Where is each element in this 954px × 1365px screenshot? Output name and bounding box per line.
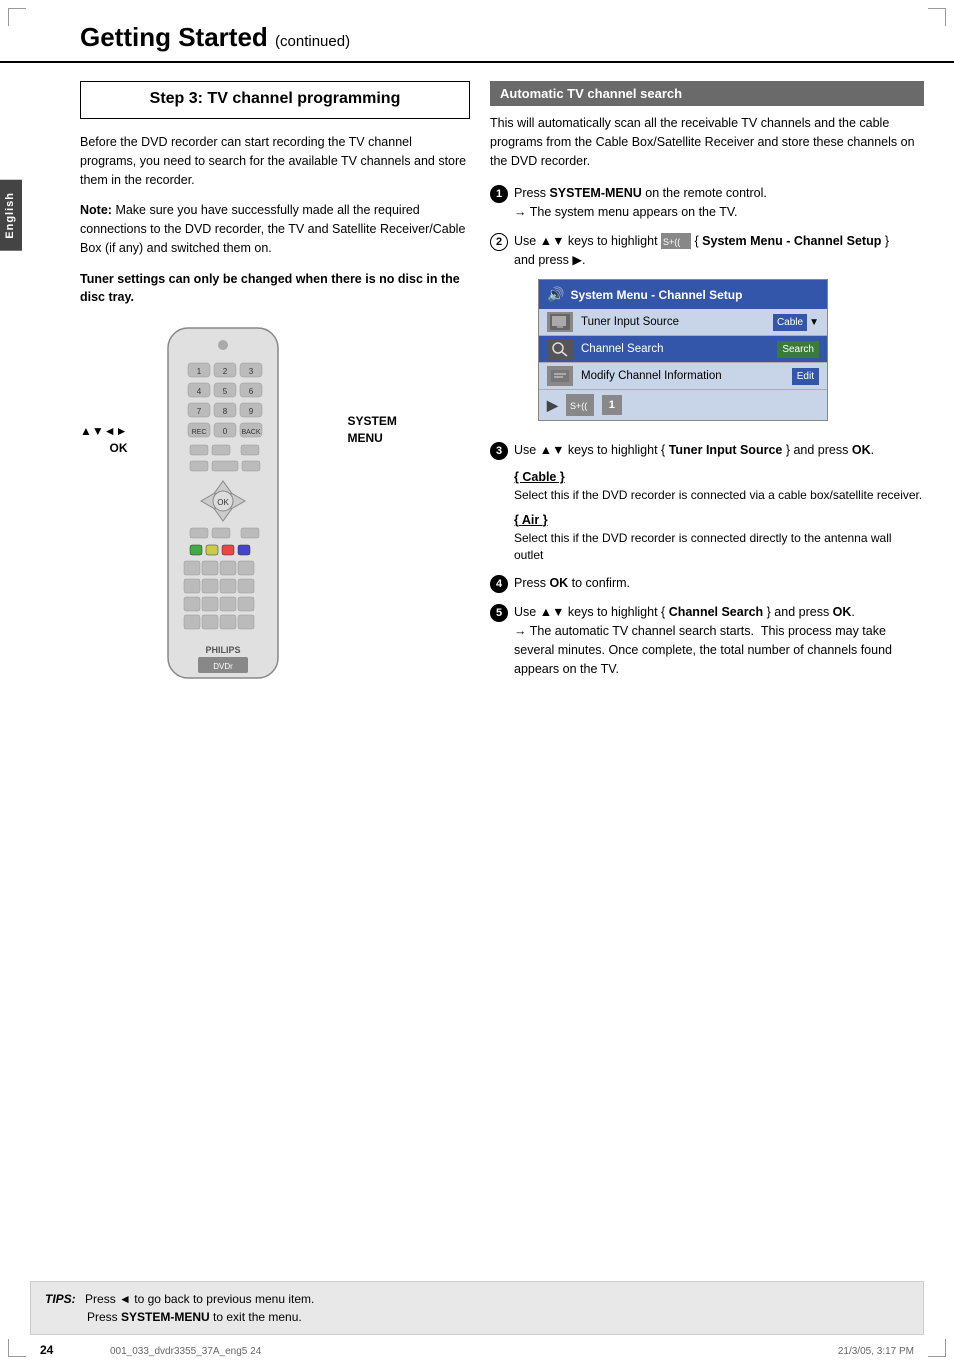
- svg-text:DVDr: DVDr: [213, 662, 233, 671]
- svg-text:BACK: BACK: [241, 429, 260, 436]
- svg-text:6: 6: [248, 387, 253, 396]
- step-2: 2 Use ▲▼ keys to highlight S+(( { System…: [490, 232, 924, 432]
- tips-bar: TIPS: Press ◄ to go back to previous men…: [30, 1281, 924, 1335]
- auto-search-header: Automatic TV channel search: [490, 81, 924, 106]
- right-column: Automatic TV channel search This will au…: [490, 71, 924, 706]
- cable-option-desc: Select this if the DVD recorder is conne…: [514, 487, 924, 504]
- note-paragraph: Note: Make sure you have successfully ma…: [80, 201, 470, 257]
- svg-text:4: 4: [196, 387, 201, 396]
- svg-text:S+((: S+((: [570, 401, 587, 411]
- row-icon-search: [547, 339, 573, 359]
- step-5-content: Use ▲▼ keys to highlight { Channel Searc…: [514, 603, 924, 678]
- edit-btn: Edit: [792, 368, 819, 385]
- corner-mark-tl: [8, 8, 26, 26]
- remote-control-image: 1 2 3 4 5 6 7 8 9: [138, 323, 338, 706]
- row-label-modify: Modify Channel Information: [581, 368, 784, 385]
- channel-setup-screen: 🔊 System Menu - Channel Setup: [538, 279, 828, 421]
- tips-label: TIPS:: [45, 1292, 76, 1306]
- step-5: 5 Use ▲▼ keys to highlight { Channel Sea…: [490, 603, 924, 678]
- footer-file: 001_033_dvdr3355_37A_eng5 24: [110, 1346, 261, 1357]
- left-column: Step 3: TV channel programming Before th…: [80, 71, 470, 706]
- main-content: Step 3: TV channel programming Before th…: [0, 71, 954, 706]
- step-3: 3 Use ▲▼ keys to highlight { Tuner Input…: [490, 441, 924, 460]
- row-icon-modify: [547, 366, 573, 386]
- tips-line1: Press ◄ to go back to previous menu item…: [85, 1292, 314, 1306]
- step-num-3: 3: [490, 442, 508, 460]
- screen-row-modify: Modify Channel Information Edit: [539, 363, 827, 389]
- search-btn: Search: [777, 341, 819, 358]
- step-num-1: 1: [490, 185, 508, 203]
- svg-text:2: 2: [222, 367, 227, 376]
- svg-text:8: 8: [222, 407, 227, 416]
- remote-left-labels: ▲▼◄►OK: [80, 323, 128, 457]
- step-num-2: 2: [490, 233, 508, 251]
- step-num-4: 4: [490, 575, 508, 593]
- page-number: 24: [40, 1343, 53, 1357]
- step-4-content: Press OK to confirm.: [514, 574, 924, 593]
- arrows-ok-label: ▲▼◄►OK: [80, 423, 128, 457]
- corner-mark-br: [928, 1339, 946, 1357]
- step-2-content: Use ▲▼ keys to highlight S+(( { System M…: [514, 232, 924, 432]
- language-tab: English: [0, 180, 22, 251]
- row-label-channel-search: Channel Search: [581, 341, 769, 358]
- svg-text:3: 3: [248, 367, 253, 376]
- system-menu-label: SYSTEMMENU: [348, 323, 397, 447]
- tuner-value-btn: Cable: [773, 314, 807, 331]
- dropdown-arrow: ▼: [809, 315, 819, 330]
- step-3-content: Use ▲▼ keys to highlight { Tuner Input S…: [514, 441, 924, 460]
- steps-list: 1 Press SYSTEM-MENU on the remote contro…: [490, 184, 924, 678]
- air-option-desc: Select this if the DVD recorder is conne…: [514, 530, 924, 565]
- cable-option-title: { Cable }: [514, 470, 924, 484]
- remote-illustration-area: ▲▼◄►OK 1 2 3: [80, 323, 470, 706]
- step-heading-text: Step 3: TV channel programming: [91, 90, 459, 108]
- intro-paragraph: Before the DVD recorder can start record…: [80, 133, 470, 189]
- screen-rows: Tuner Input Source Cable ▼: [539, 309, 827, 389]
- svg-text:7: 7: [196, 407, 201, 416]
- step-4: 4 Press OK to confirm.: [490, 574, 924, 593]
- svg-text:5: 5: [222, 387, 227, 396]
- cable-option: { Cable } Select this if the DVD recorde…: [514, 470, 924, 504]
- screen-pointer-arrow: ▶: [547, 395, 558, 416]
- corner-mark-tr: [928, 8, 946, 26]
- screen-row-tuner: Tuner Input Source Cable ▼: [539, 309, 827, 336]
- page-header: Getting Started (continued): [0, 0, 954, 63]
- page-title: Getting Started (continued): [80, 22, 914, 53]
- step-num-5: 5: [490, 604, 508, 622]
- svg-text:PHILIPS: PHILIPS: [205, 645, 240, 655]
- screen-title-icon: 🔊: [547, 284, 564, 305]
- air-option-title: { Air }: [514, 513, 924, 527]
- auto-search-body: This will automatically scan all the rec…: [490, 114, 924, 170]
- step-1: 1 Press SYSTEM-MENU on the remote contro…: [490, 184, 924, 222]
- screen-row-channel-search: Channel Search Search: [539, 336, 827, 363]
- svg-text:REC: REC: [191, 429, 206, 436]
- svg-text:OK: OK: [217, 498, 229, 507]
- warning-text: Tuner settings can only be changed when …: [80, 270, 470, 308]
- footer-date: 21/3/05, 3:17 PM: [838, 1346, 914, 1357]
- tips-line2: Press SYSTEM-MENU to exit the menu.: [87, 1310, 302, 1324]
- air-option: { Air } Select this if the DVD recorder …: [514, 513, 924, 565]
- screen-bottom: ▶ S+(( 1: [539, 389, 827, 420]
- svg-text:S+((: S+((: [663, 237, 680, 247]
- step-1-content: Press SYSTEM-MENU on the remote control.…: [514, 184, 924, 222]
- step-heading-box: Step 3: TV channel programming: [80, 81, 470, 119]
- svg-text:0: 0: [222, 427, 227, 436]
- screen-title-bar: 🔊 System Menu - Channel Setup: [539, 280, 827, 309]
- screen-bottom-icon: S+((: [566, 394, 594, 416]
- screen-num-box: 1: [602, 395, 622, 415]
- svg-text:1: 1: [196, 367, 201, 376]
- row-label-tuner: Tuner Input Source: [581, 314, 765, 331]
- corner-mark-bl: [8, 1339, 26, 1357]
- row-icon-tuner: [547, 312, 573, 332]
- svg-text:9: 9: [248, 407, 253, 416]
